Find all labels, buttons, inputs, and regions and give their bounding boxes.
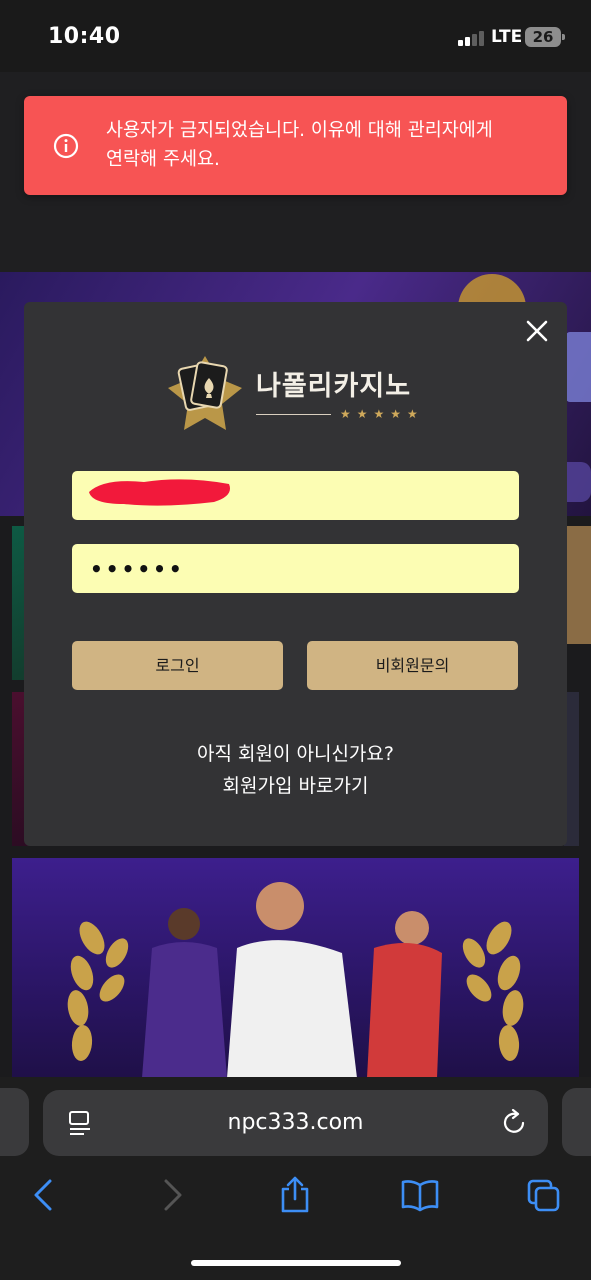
next-tab-preview[interactable] [562, 1088, 591, 1156]
address-bar[interactable]: npc333.com [43, 1090, 548, 1156]
home-indicator[interactable] [191, 1260, 401, 1266]
login-button[interactable]: 로그인 [72, 641, 283, 690]
forward-icon[interactable] [154, 1175, 190, 1215]
tabs-icon[interactable] [526, 1175, 562, 1215]
signup-link[interactable]: 회원가입 바로가기 [24, 771, 567, 798]
signup-question: 아직 회원이 아니신가요? [197, 743, 394, 765]
bookmarks-icon[interactable] [400, 1175, 440, 1215]
error-toast: 사용자가 금지되었습니다. 이유에 대해 관리자에게 연락해 주세요. [24, 96, 567, 195]
battery-indicator: 26 [525, 27, 565, 47]
close-icon[interactable] [524, 318, 550, 344]
cards-logo-icon [168, 356, 242, 430]
signal-icon [458, 30, 484, 46]
network-type: LTE [491, 27, 523, 47]
sports-banner-art [67, 882, 524, 1078]
redaction-mark [89, 479, 230, 506]
game-tile[interactable] [564, 526, 591, 644]
share-icon[interactable] [277, 1175, 313, 1215]
toast-message: 사용자가 금지되었습니다. 이유에 대해 관리자에게 연락해 주세요. [106, 120, 493, 170]
logo-divider [256, 414, 331, 415]
guest-inquiry-button[interactable]: 비회원문의 [307, 641, 518, 690]
logo-text: 나폴리카지노 [256, 371, 412, 402]
previous-tab-preview[interactable] [0, 1088, 29, 1156]
reload-icon[interactable] [502, 1109, 528, 1137]
casino-logo: 나폴리카지노 ★★★★★ [160, 348, 440, 438]
sports-banner[interactable] [12, 858, 579, 1078]
password-input[interactable] [72, 544, 519, 593]
back-icon[interactable] [26, 1175, 62, 1215]
status-bar: 10:40 LTE 26 [0, 0, 591, 72]
page: 10:40 LTE 26 사용자가 금지되었습니다. 이유에 대해 관리자에게 … [0, 0, 591, 1280]
url-text: npc333.com [227, 1110, 364, 1135]
logo-stars: ★★★★★ [340, 407, 424, 421]
info-icon [53, 133, 79, 159]
status-time: 10:40 [48, 24, 121, 49]
login-modal: 나폴리카지노 ★★★★★ 로그인 비회원문의 아직 회원이 아니신가요? 회원가… [24, 302, 567, 846]
